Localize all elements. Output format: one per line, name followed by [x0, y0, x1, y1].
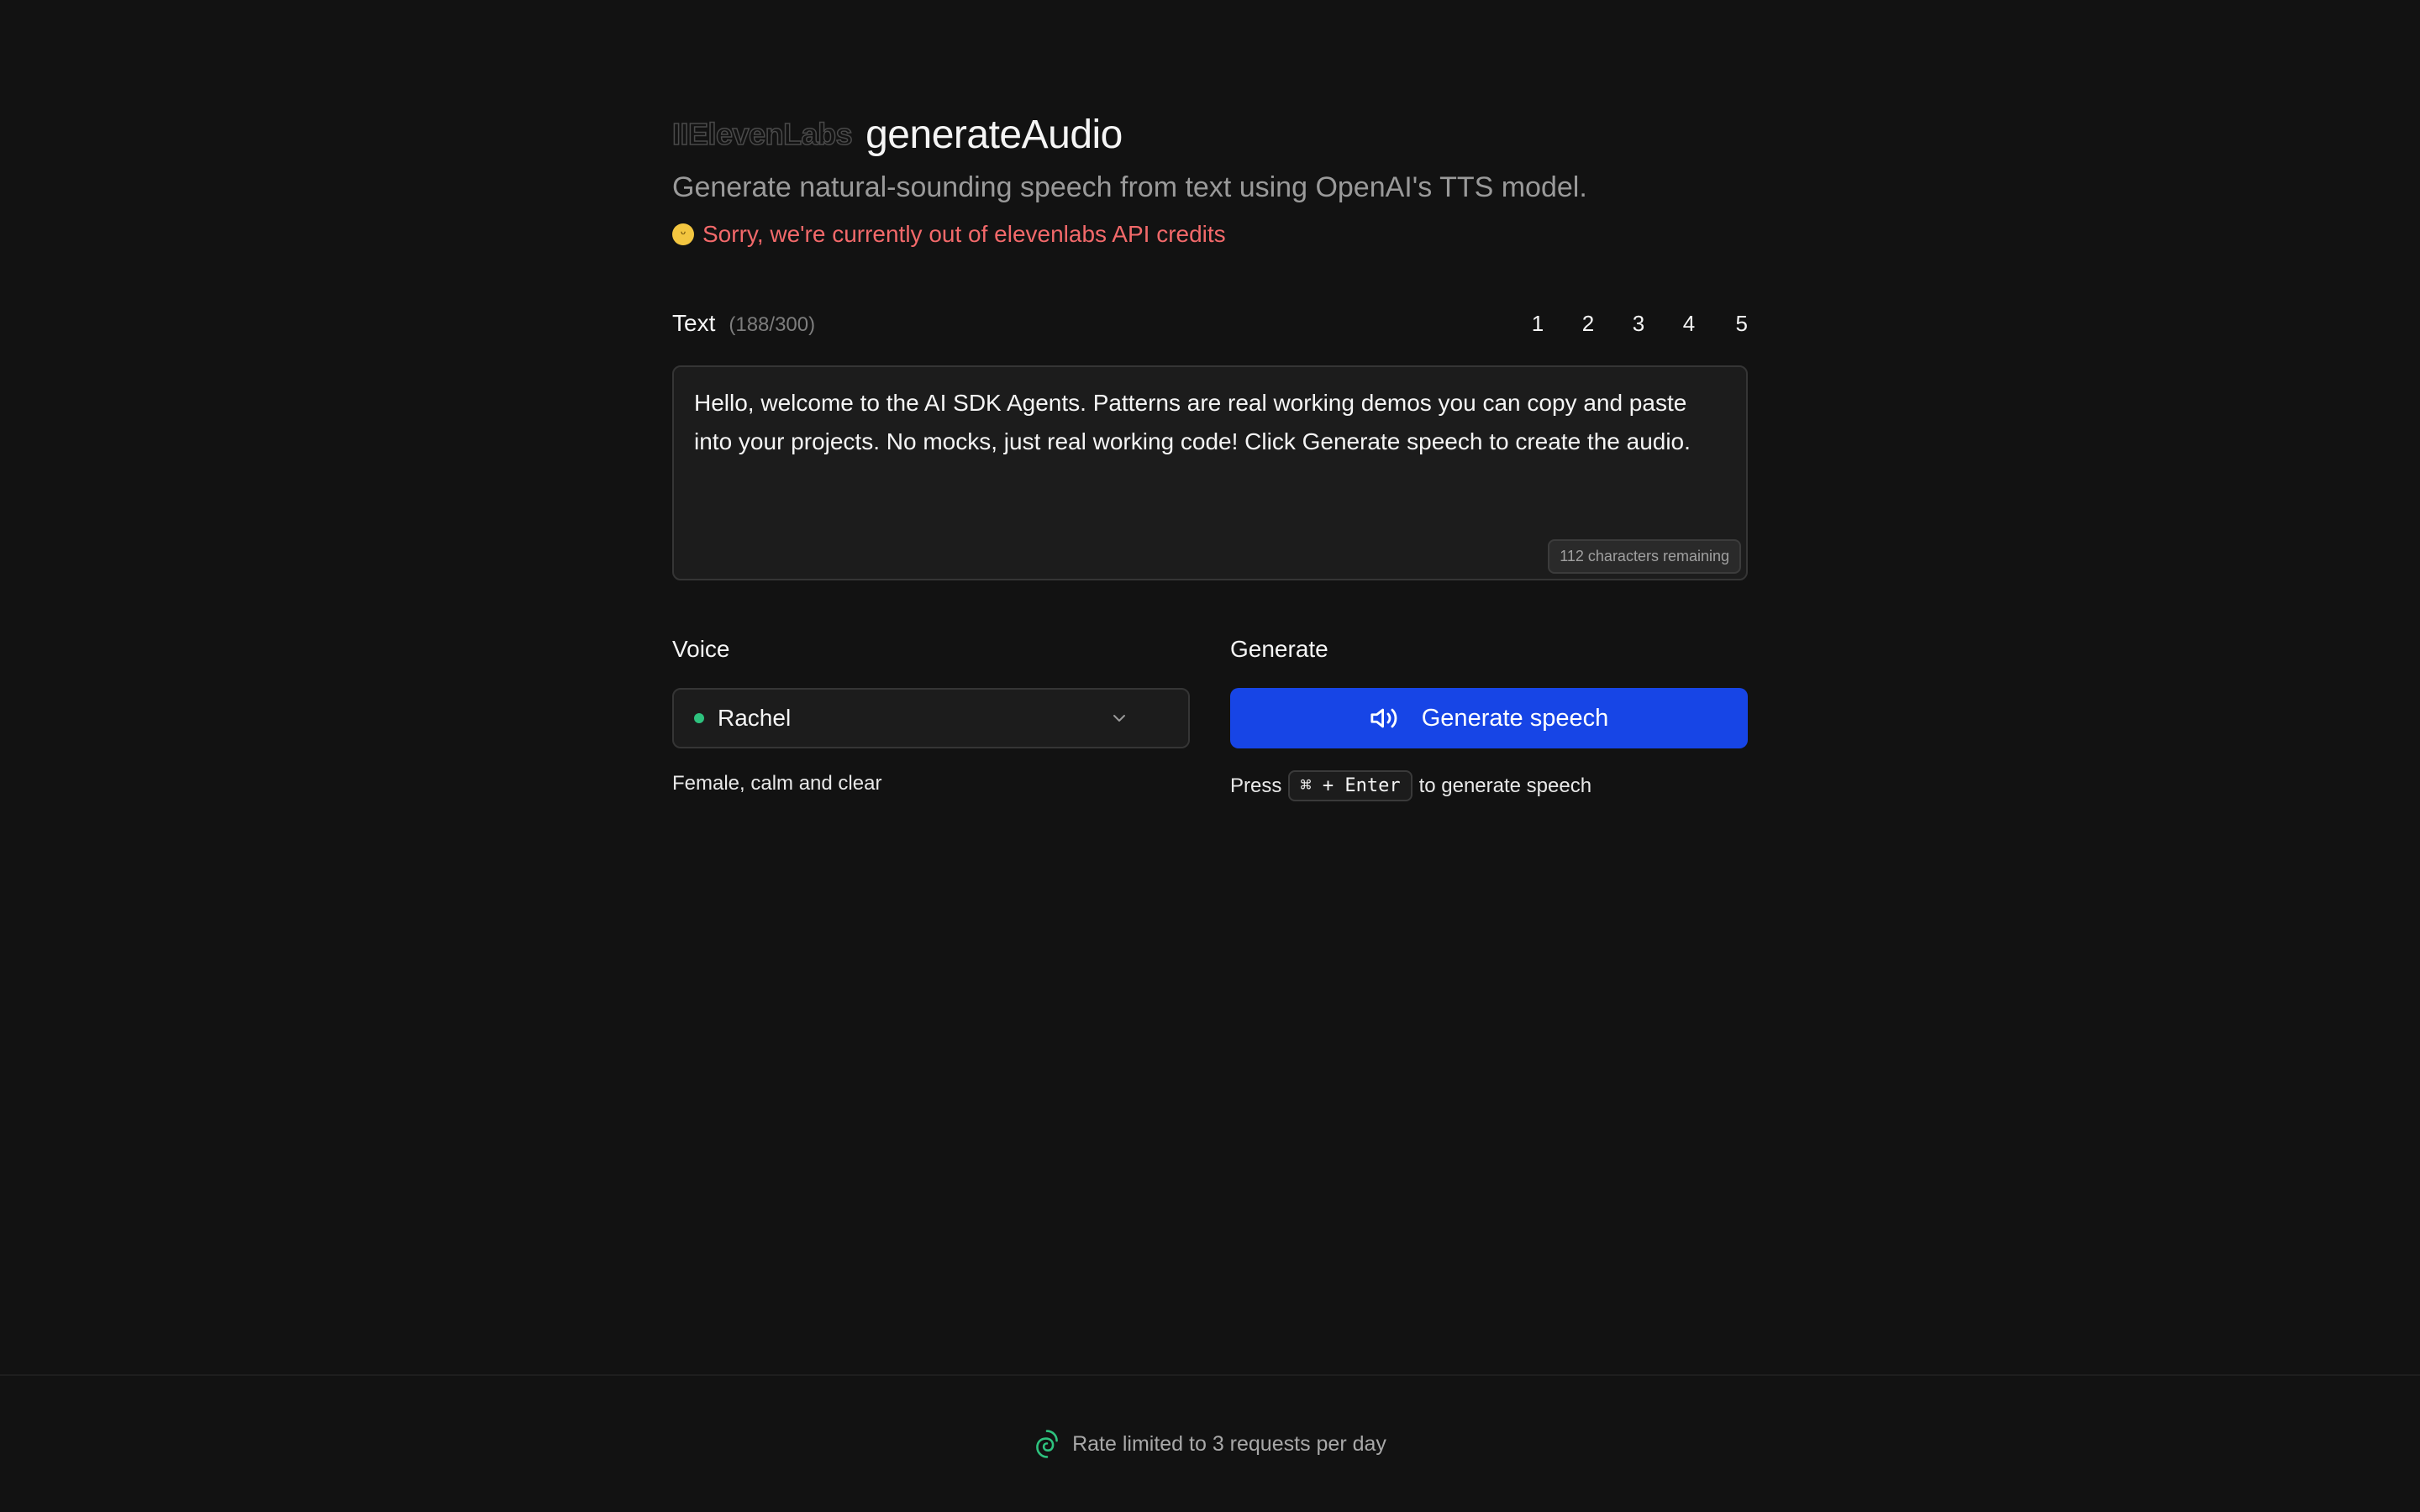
- text-header: Text (188/300) 1 2 3 4 5: [672, 307, 1748, 340]
- character-count: (188/300): [729, 313, 816, 336]
- preset-button-5[interactable]: 5: [1714, 311, 1748, 337]
- main-content: IIElevenLabs generateAudio Generate natu…: [671, 109, 1748, 801]
- generate-button-label: Generate speech: [1421, 704, 1609, 732]
- controls-row: Voice Rachel Female, calm and clear Gene…: [672, 636, 1748, 801]
- voice-description: Female, calm and clear: [672, 772, 882, 795]
- rate-limit-text: Rate limited to 3 requests per day: [1072, 1431, 1386, 1456]
- text-input-value: Hello, welcome to the AI SDK Agents. Pat…: [694, 390, 1691, 454]
- hint-prefix: Press: [1230, 774, 1282, 797]
- elevenlabs-logo: IIElevenLabs: [671, 117, 853, 151]
- voice-select[interactable]: Rachel: [672, 688, 1190, 748]
- sweat-smile-icon: ᵕ: [672, 223, 694, 245]
- preset-button-2[interactable]: 2: [1563, 311, 1613, 337]
- keyboard-shortcut: ⌘ + Enter: [1288, 770, 1413, 801]
- generate-speech-button[interactable]: Generate speech: [1230, 688, 1748, 748]
- chevron-down-icon: [1113, 715, 1125, 722]
- voice-column: Voice Rachel Female, calm and clear: [672, 636, 1190, 801]
- hint-suffix: to generate speech: [1418, 774, 1592, 797]
- voice-label: Voice: [672, 636, 730, 662]
- text-label-group: Text (188/300): [672, 310, 815, 337]
- credits-notice: ᵕ Sorry, we're currently out of elevenla…: [672, 221, 1748, 248]
- text-input[interactable]: Hello, welcome to the AI SDK Agents. Pat…: [672, 365, 1748, 580]
- shortcut-hint: Press ⌘ + Enter to generate speech: [1230, 770, 1748, 801]
- preset-button-3[interactable]: 3: [1613, 311, 1664, 337]
- preset-selector: 1 2 3 4 5: [1512, 311, 1748, 337]
- voice-status-dot: [694, 713, 704, 723]
- page: IIElevenLabs generateAudio Generate natu…: [0, 0, 2420, 1512]
- text-label: Text: [672, 310, 716, 336]
- speaker-icon: [1370, 708, 1397, 728]
- preset-button-4[interactable]: 4: [1664, 311, 1714, 337]
- generate-column: Generate Generate speech Press ⌘ + Enter…: [1230, 636, 1748, 801]
- notice-text: Sorry, we're currently out of elevenlabs…: [702, 221, 1226, 247]
- generate-label: Generate: [1230, 636, 1328, 662]
- remaining-characters-badge: 112 characters remaining: [1548, 539, 1741, 574]
- preset-button-1[interactable]: 1: [1512, 311, 1563, 337]
- voice-select-value: Rachel: [718, 705, 792, 731]
- page-subtitle: Generate natural-sounding speech from te…: [672, 171, 1587, 203]
- page-title: generateAudio: [865, 112, 1123, 157]
- title-row: IIElevenLabs generateAudio: [671, 109, 1748, 160]
- spiral-icon: [1036, 1430, 1058, 1458]
- footer: Rate limited to 3 requests per day: [0, 1374, 2420, 1512]
